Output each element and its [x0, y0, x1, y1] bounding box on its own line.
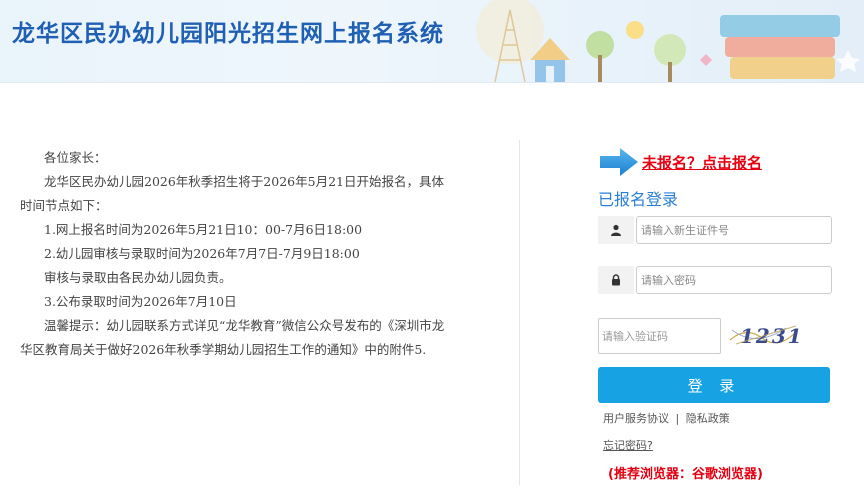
browser-recommendation: (推荐浏览器：谷歌浏览器) — [608, 467, 763, 482]
password-input[interactable] — [636, 266, 832, 294]
captcha-text: 1231 — [740, 324, 804, 348]
notice-tip: 温馨提示：幼儿园联系方式详见“龙华教育”微信公众号发布的《深圳市龙华区教育局关于… — [20, 318, 445, 357]
notice-item: 2.幼儿园审核与录取时间为2026年7月7日-7月9日18:00 — [44, 246, 360, 261]
notice-intro: 龙华区民办幼儿园2026年秋季招生将于2026年5月21日开始报名，具体时间节点… — [20, 174, 444, 213]
header-illustration — [476, 0, 860, 82]
id-number-field — [598, 216, 832, 244]
agreement-links: 用户服务协议 | 隐私政策 — [603, 410, 733, 426]
arrow-right-icon — [600, 148, 638, 176]
notice-item: 1.网上报名时间为2026年5月21日10：00-7月6日18:00 — [44, 222, 363, 237]
notice-item: 审核与录取由各民办幼儿园负责。 — [44, 270, 232, 285]
captcha-image[interactable]: 1231 — [726, 318, 806, 352]
login-title: 已报名登录 — [598, 190, 679, 209]
notice-item: 3.公布录取时间为2026年7月10日 — [44, 294, 237, 309]
notice-greeting: 各位家长： — [44, 150, 107, 165]
service-agreement-link[interactable]: 用户服务协议 — [603, 412, 669, 425]
site-title: 龙华区民办幼儿园阳光招生网上报名系统 — [12, 21, 444, 47]
login-button[interactable]: 登 录 — [598, 367, 830, 403]
vertical-divider — [519, 140, 520, 485]
user-icon — [598, 216, 634, 244]
forgot-password-link[interactable]: 忘记密码? — [603, 437, 653, 453]
privacy-policy-link[interactable]: 隐私政策 — [686, 412, 730, 425]
lock-icon — [598, 266, 634, 294]
captcha-input[interactable] — [598, 318, 721, 354]
link-separator: | — [675, 412, 680, 425]
register-link-label[interactable]: 未报名？点击报名 — [642, 152, 762, 173]
id-number-input[interactable] — [636, 216, 832, 244]
site-header: 龙华区民办幼儿园阳光招生网上报名系统 — [0, 0, 864, 83]
register-link[interactable]: 未报名？点击报名 — [598, 146, 762, 178]
password-field — [598, 266, 832, 294]
enrollment-notice: 各位家长： 龙华区民办幼儿园2026年秋季招生将于2026年5月21日开始报名，… — [20, 146, 450, 362]
